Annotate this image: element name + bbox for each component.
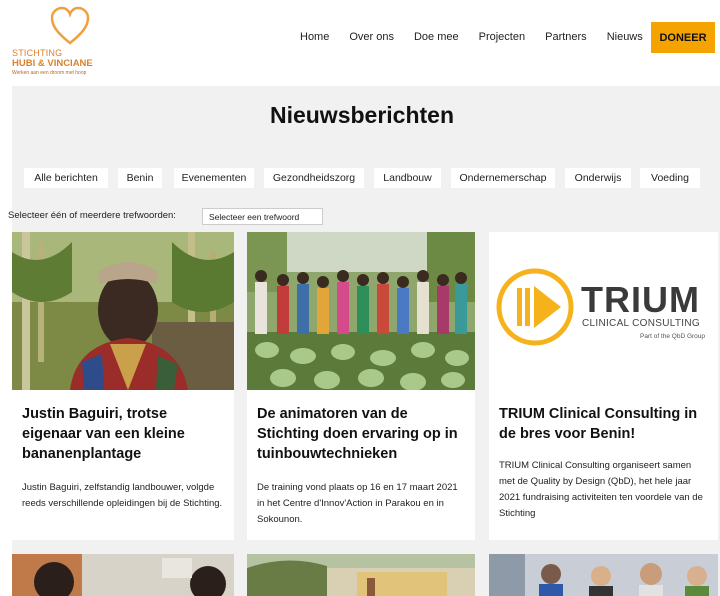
filter-alle-berichten[interactable]: Alle berichten (24, 168, 108, 188)
card-image-village[interactable] (247, 554, 475, 596)
card-image-group[interactable] (247, 232, 475, 390)
filter-voeding[interactable]: Voeding (640, 168, 700, 188)
card-image-classroom[interactable] (12, 554, 234, 596)
news-card[interactable]: De animatoren van de Stichting doen erva… (247, 232, 475, 540)
card-image-trium-logo[interactable]: TRIUM CLINICAL CONSULTING Part of the Qb… (489, 232, 718, 390)
filter-ondernemerschap[interactable]: Ondernemerschap (451, 168, 555, 188)
keyword-select[interactable]: Selecteer een trefwoord (202, 208, 323, 225)
site-header: STICHTING HUBI & VINCIANE Werken aan een… (0, 0, 720, 84)
filter-evenementen[interactable]: Evenementen (174, 168, 254, 188)
logo-tagline: Werken aan een droom met hoop (12, 70, 87, 76)
news-card[interactable]: TRIUM CLINICAL CONSULTING Part of the Qb… (489, 232, 718, 540)
filter-landbouw[interactable]: Landbouw (374, 168, 441, 188)
card-image-farmer[interactable] (12, 232, 234, 390)
nav-partners[interactable]: Partners (545, 31, 587, 43)
card-excerpt: De training vond plaats op 16 en 17 maar… (257, 482, 458, 525)
keyword-label: Selecteer één of meerdere trefwoorden: (8, 210, 176, 221)
donate-button[interactable]: DONEER (651, 22, 715, 53)
filter-benin[interactable]: Benin (118, 168, 162, 188)
card-title[interactable]: TRIUM Clinical Consulting in de bres voo… (499, 404, 708, 444)
nav-home[interactable]: Home (300, 31, 329, 43)
nav-doe-mee[interactable]: Doe mee (414, 31, 459, 43)
card-excerpt: Justin Baguiri, zelfstandig landbouwer, … (22, 482, 223, 509)
logo-line-2: HUBI & VINCIANE (12, 58, 93, 69)
filter-onderwijs[interactable]: Onderwijs (565, 168, 631, 188)
trium-logo-word: TRIUM (581, 279, 700, 320)
nav-projecten[interactable]: Projecten (479, 31, 525, 43)
news-card-partial[interactable] (247, 554, 475, 596)
trium-logo-part: Part of the QbD Group (640, 333, 706, 340)
card-excerpt: TRIUM Clinical Consulting organiseert sa… (499, 460, 703, 519)
news-card[interactable]: Justin Baguiri, trotse eigenaar van een … (12, 232, 234, 540)
site-logo[interactable]: STICHTING HUBI & VINCIANE Werken aan een… (10, 6, 120, 76)
news-card-partial[interactable] (489, 554, 718, 596)
card-image-cyclists[interactable] (489, 554, 718, 596)
card-title[interactable]: Justin Baguiri, trotse eigenaar van een … (22, 404, 224, 464)
main-nav: Home Over ons Doe mee Projecten Partners… (300, 22, 663, 52)
news-card-partial[interactable] (12, 554, 234, 596)
trium-logo-sub: CLINICAL CONSULTING (582, 318, 700, 329)
nav-over-ons[interactable]: Over ons (349, 31, 394, 43)
page-title: Nieuwsberichten (269, 102, 455, 128)
card-title[interactable]: De animatoren van de Stichting doen erva… (257, 404, 465, 464)
logo-line-1: STICHTING (12, 48, 63, 58)
nav-nieuws[interactable]: Nieuws (607, 31, 643, 43)
filter-gezondheidszorg[interactable]: Gezondheidszorg (264, 168, 364, 188)
heart-icon (50, 6, 90, 45)
